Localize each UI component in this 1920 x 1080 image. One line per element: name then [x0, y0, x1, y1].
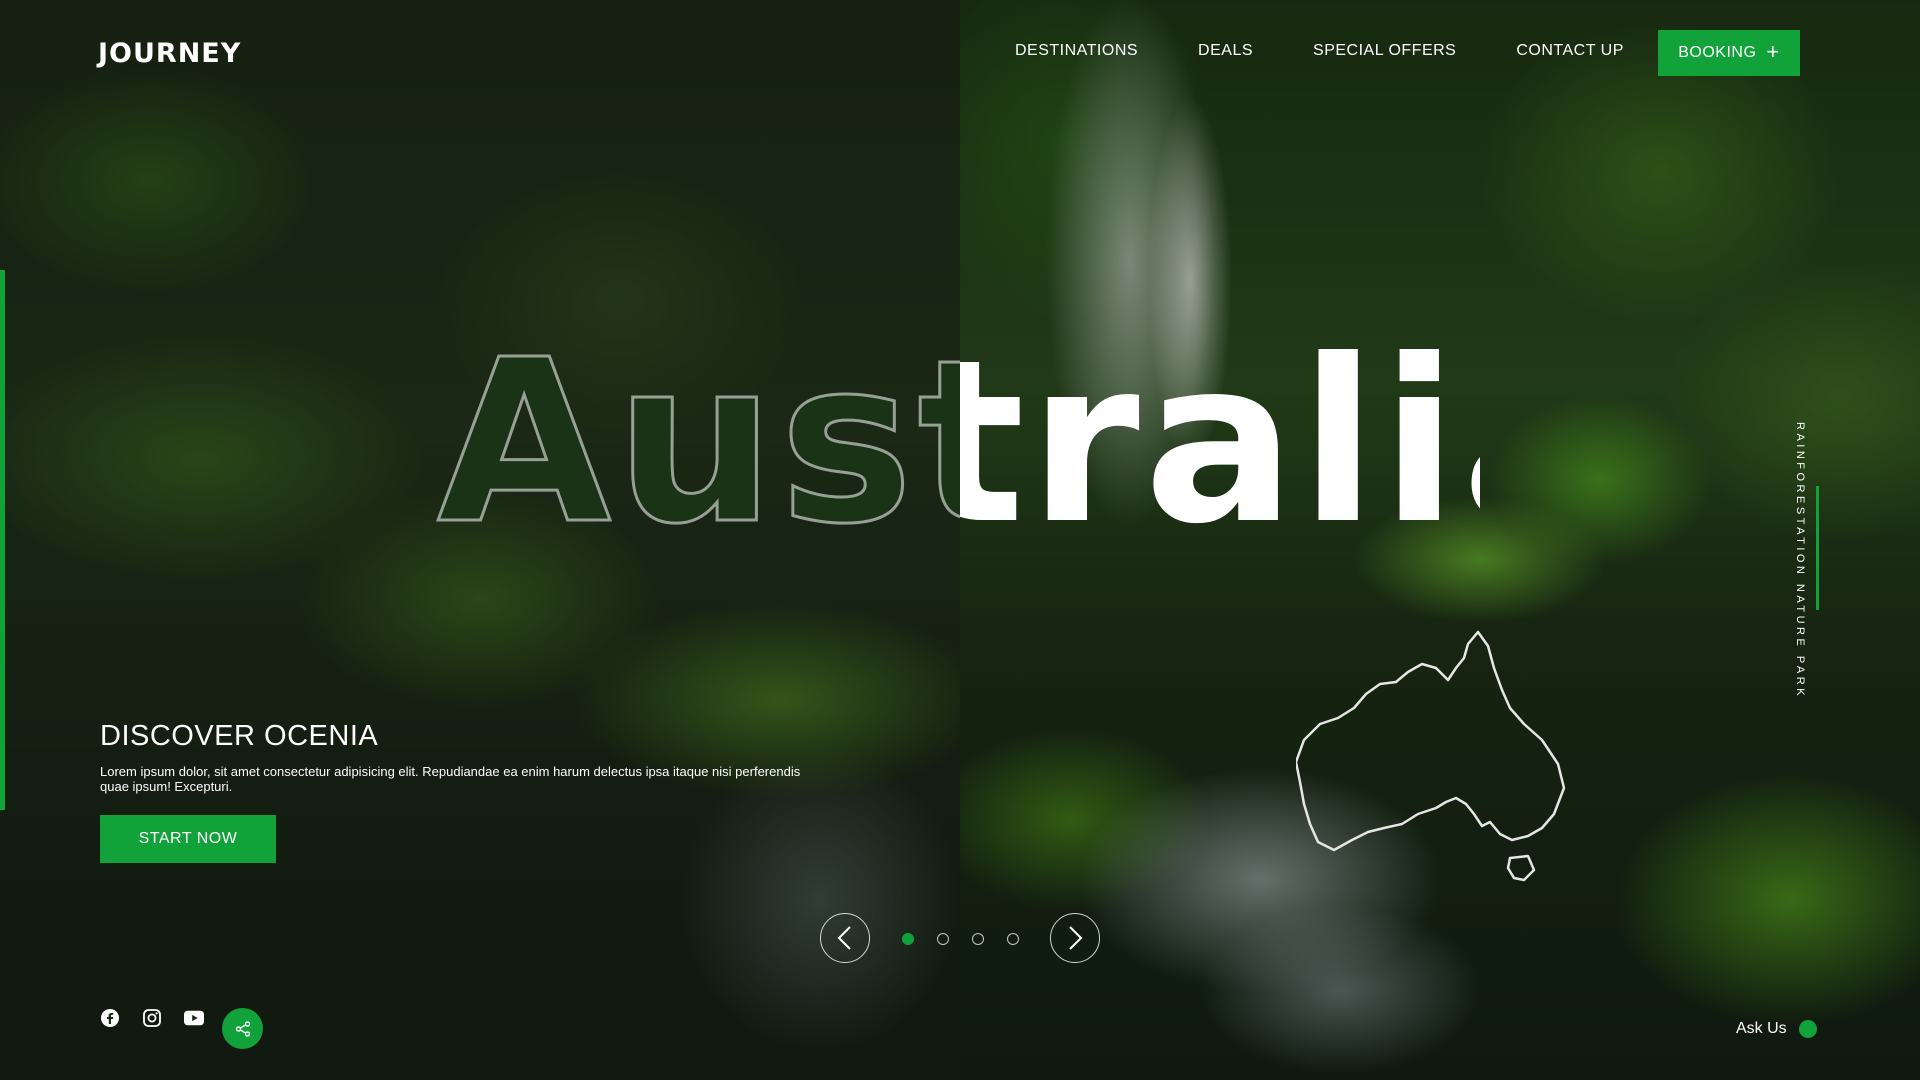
slide-dot-1[interactable] — [902, 933, 914, 945]
hero-title: Australia Australia — [436, 320, 1481, 560]
ask-us-indicator — [1798, 1020, 1817, 1038]
australia-map-outline[interactable] — [1296, 628, 1582, 884]
plus-icon: + — [1766, 39, 1780, 64]
park-accent-line — [1816, 486, 1819, 610]
hero-description: Lorem ipsum dolor, sit amet consectetur … — [100, 764, 801, 794]
start-now-button[interactable]: START NOW — [100, 815, 276, 863]
chevron-left-icon — [837, 926, 851, 950]
share-button[interactable] — [222, 1008, 263, 1049]
slide-dot-3[interactable] — [972, 933, 984, 945]
prev-slide-button[interactable] — [820, 913, 870, 963]
main-nav: DESTINATIONS DEALS SPECIAL OFFERS CONTAC… — [1015, 42, 1624, 60]
booking-button[interactable]: BOOKING + — [1658, 30, 1800, 76]
booking-label: BOOKING — [1678, 44, 1757, 61]
nav-item-special-offers[interactable]: SPECIAL OFFERS — [1313, 42, 1456, 60]
nav-item-deals[interactable]: DEALS — [1198, 42, 1253, 60]
nav-item-destinations[interactable]: DESTINATIONS — [1015, 42, 1138, 60]
park-name-label: RAINFORESTATION NATURE PARK — [1794, 422, 1806, 700]
share-icon — [235, 1020, 250, 1037]
youtube-icon[interactable] — [184, 1008, 204, 1028]
slide-indicators — [902, 933, 1019, 945]
hero-heading: DISCOVER OCENIA — [100, 720, 379, 752]
slide-dot-2[interactable] — [937, 933, 949, 945]
site-logo[interactable]: JOURNEY — [98, 38, 241, 69]
ask-us-label: Ask Us — [1736, 1020, 1787, 1037]
nav-item-contact[interactable]: CONTACT UP — [1516, 42, 1624, 60]
social-links — [100, 1008, 204, 1028]
left-accent-bar — [0, 270, 5, 810]
chevron-right-icon — [1069, 926, 1083, 950]
ask-us-button[interactable]: Ask Us — [1736, 1020, 1817, 1038]
facebook-icon[interactable] — [100, 1008, 120, 1028]
slide-dot-4[interactable] — [1007, 933, 1019, 945]
mainland-outline — [1296, 630, 1566, 852]
next-slide-button[interactable] — [1050, 913, 1100, 963]
tasmania-outline — [1506, 854, 1536, 882]
instagram-icon[interactable] — [142, 1008, 162, 1028]
